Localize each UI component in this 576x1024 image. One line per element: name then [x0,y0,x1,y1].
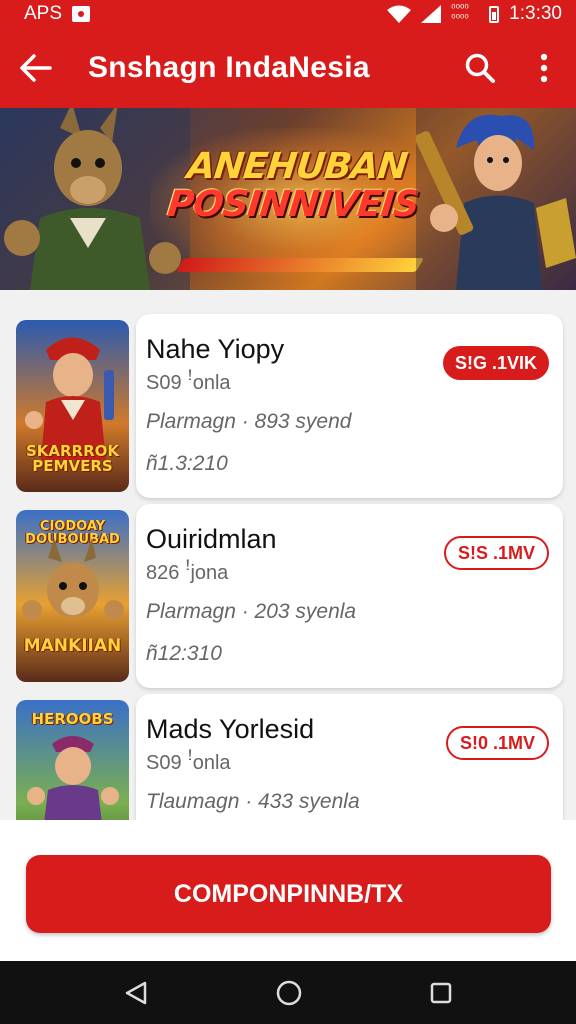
banner-title-line2: POSINNIVEIS [165,183,421,225]
list-item[interactable]: CIODOAY DOUBOUBAD MANKIIAN Ouiridmlan 82… [16,504,563,688]
game-thumbnail-title: MANKIIAN [23,636,122,656]
system-navigation-bar [0,961,576,1024]
game-meta: Tlaumagn · 433 syenla [146,790,360,813]
game-title: Nahe Yiopy [146,334,285,364]
banner-title-line1: ANEHUBAN [185,146,409,187]
primary-cta-button[interactable]: COMPONPINNB/TX [26,855,551,933]
game-thumbnail: CIODOAY DOUBOUBAD MANKIIAN [16,510,129,682]
recents-square-icon[interactable] [429,981,453,1005]
app-bar: Snshagn IndaNesia [0,28,576,108]
hero-character-art [27,736,119,820]
overflow-menu-button[interactable] [512,28,576,108]
status-right: ⁰⁰⁰⁰ ⁰⁰⁰⁰ 1:3:30 [387,3,562,25]
promo-banner[interactable]: ANEHUBAN POSINNIVEIS [0,108,576,290]
search-icon [465,53,495,83]
game-title: Ouiridmlan [146,524,277,554]
game-action-button[interactable]: S!S .1MV [443,536,549,570]
status-bar: APS ⁰⁰⁰⁰ ⁰⁰⁰⁰ 1:3:30 [0,0,576,28]
game-thumbnail-title: SKARRROK PEMVERS [25,442,120,475]
game-action-button[interactable]: S!G .1VIK [442,346,549,380]
more-vert-icon [540,53,548,83]
wifi-icon [387,5,412,23]
game-list: SKARRROK PEMVERS Nahe Yiopy S09 ꜝonla Pl… [0,290,576,820]
game-price: ñ1.3:210 [146,452,228,475]
banner-title: ANEHUBAN POSINNIVEIS [146,146,444,225]
game-info: Mads Yorlesid S09 ꜝonla Tlaumagn · 433 s… [136,694,563,820]
page-title: Snshagn IndaNesia [88,51,370,84]
back-button[interactable] [0,28,70,108]
status-left: APS [24,3,91,25]
arrow-left-icon [20,54,52,82]
game-info: Nahe Yiopy S09 ꜝonla Plarmagn · 893 syen… [136,314,563,498]
banner-swoosh [175,258,425,272]
game-info: Ouiridmlan 826 ꜝjona Plarmagn · 203 syen… [136,504,563,688]
game-subtitle: S09 ꜝonla [146,752,231,774]
list-item[interactable]: HEROOBS Mads Yorlesid S09 ꜝonla Tlaumagn… [16,694,563,820]
home-circle-icon[interactable] [275,979,303,1007]
signal-icon [421,5,442,23]
kangaroo-character-art [22,538,124,620]
game-subtitle: S09 ꜝonla [146,372,231,394]
hero-character-illustration [416,108,576,290]
game-subtitle: 826 ꜝjona [146,562,229,584]
game-thumbnail: HEROOBS [16,700,129,820]
game-title: Mads Yorlesid [146,714,315,744]
clock: 1:3:30 [509,3,562,24]
game-price: ñ12:310 [146,642,222,665]
search-button[interactable] [448,28,512,108]
back-triangle-icon[interactable] [123,980,149,1006]
battery-icon [489,5,500,23]
game-meta: Plarmagn · 893 syend [146,410,352,433]
app-bar-actions [448,28,576,108]
status-small-text: ⁰⁰⁰⁰ ⁰⁰⁰⁰ [451,3,469,25]
list-item[interactable]: SKARRROK PEMVERS Nahe Yiopy S09 ꜝonla Pl… [16,314,563,498]
game-meta: Plarmagn · 203 syenla [146,600,357,623]
game-thumbnail: SKARRROK PEMVERS [16,320,129,492]
game-action-button[interactable]: S!0 .1MV [445,726,549,760]
bottom-action-area: COMPONPINNB/TX [0,820,576,961]
notification-app-icon [72,6,91,22]
carrier-label: APS [24,3,63,24]
